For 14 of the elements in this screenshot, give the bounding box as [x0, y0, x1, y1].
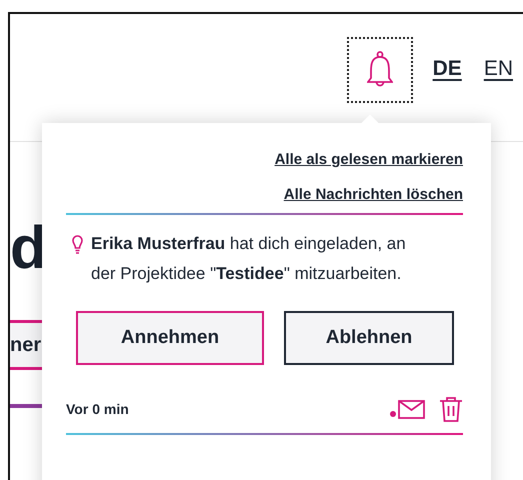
page-heading: d — [10, 218, 48, 278]
accept-button[interactable]: Annehmen — [76, 311, 264, 365]
lightbulb-icon — [72, 235, 83, 255]
mail-icon[interactable] — [398, 400, 425, 418]
timestamp: Vor 0 min — [66, 401, 129, 417]
bell-icon — [366, 51, 393, 89]
trash-icon[interactable] — [439, 396, 463, 422]
language-link[interactable]: EN — [484, 57, 513, 81]
decline-button[interactable]: Ablehnen — [284, 311, 454, 365]
action-link[interactable]: Alle als gelesen markieren — [274, 151, 463, 168]
notification-message: Erika Musterfrau hat dich eingeladen, an der Projektidee "Testidee" mitzuarbeiten. — [91, 233, 407, 285]
language-link[interactable]: DE — [432, 57, 462, 81]
action-link[interactable]: Alle Nachrichten löschen — [284, 186, 463, 203]
notification-button[interactable] — [346, 37, 413, 103]
